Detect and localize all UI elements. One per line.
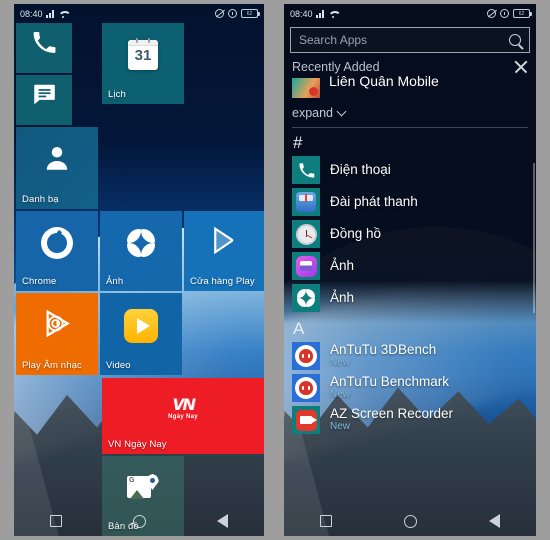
app-name: AnTuTu Benchmark [330,373,450,389]
tile-label: Video [106,360,131,371]
photos-pinwheel-icon [126,228,156,258]
wifi-icon [328,10,338,18]
alarm-icon [228,9,237,18]
calendar-day: 31 [134,47,152,65]
recently-added-item-label: Liên Quân Mobile [329,76,439,89]
status-bar-home: 08:40 62 [14,4,264,23]
tile-contacts[interactable]: Danh bạ [16,127,98,209]
list-item[interactable]: Ảnh [284,250,536,282]
section-header-a: A [293,319,305,338]
right-phone: 08:40 62 Search Apps Recently Added Liên… [275,0,550,540]
left-phone: 08:40 62 31 Lịch Danh bạ Chrome Ảnh Cửa … [0,0,275,540]
do-not-disturb-icon [215,9,224,18]
section-divider [292,127,528,128]
do-not-disturb-icon [487,9,496,18]
list-item[interactable]: AnTuTu 3DBench New [284,340,536,372]
app-name: AZ Screen Recorder [330,405,454,421]
video-icon [124,308,158,343]
signal-bars-icon [315,9,325,18]
section-header-hash: # [293,133,303,152]
lien-quan-mobile-icon [292,78,320,98]
app-name: Ảnh [330,289,355,305]
search-bar[interactable]: Search Apps [290,27,530,53]
status-bar-drawer: 08:40 62 [284,4,536,23]
az-screen-recorder-icon [292,406,320,434]
play-music-icon [41,307,73,344]
tile-play-music[interactable]: Play Âm nhạc [16,293,98,375]
phone-icon [32,30,57,60]
alarm-icon [500,9,509,18]
signal-bars-icon [45,9,55,18]
search-icon[interactable] [509,34,521,46]
home-screen: 08:40 62 31 Lịch Danh bạ Chrome Ảnh Cửa … [14,4,264,536]
phone-icon [292,156,320,184]
app-badge: New [330,421,351,433]
tile-label: VN Ngày Nay [108,439,167,450]
tile-calendar[interactable]: 31 Lịch [102,23,184,104]
chevron-down-icon [336,106,347,117]
expand-label: expand [292,106,334,120]
calendar-icon: 31 [128,38,158,71]
list-item[interactable]: Điện thoại [284,154,536,186]
clock-icon [292,220,320,248]
tile-phone[interactable] [16,23,72,73]
app-badge: New [330,389,351,401]
app-name: Điện thoại [330,161,391,177]
close-icon[interactable] [514,60,528,74]
list-item[interactable]: Ảnh [284,282,536,314]
tile-chrome[interactable]: Chrome [16,211,98,291]
screenshot-stage: 08:40 62 31 Lịch Danh bạ Chrome Ảnh Cửa … [0,0,550,540]
gallery-icon [292,252,320,280]
antutu-icon [292,374,320,402]
tile-label: Bản đồ [108,521,139,532]
status-time: 08:40 [290,8,313,19]
tile-photos[interactable]: Ảnh [100,211,182,291]
tile-label: Cửa hàng Play [190,276,255,287]
app-drawer-screen: 08:40 62 Search Apps Recently Added Liên… [284,4,536,536]
tile-video[interactable]: Video [100,293,182,375]
list-item[interactable]: AZ Screen Recorder New [284,404,536,436]
photos-pinwheel-icon [292,284,320,312]
tile-maps[interactable]: G Bản đồ [102,456,184,536]
battery-icon: 62 [241,9,260,18]
app-name: Ảnh [330,257,355,273]
tile-label: Lịch [108,89,126,100]
tile-grid: 31 Lịch Danh bạ Chrome Ảnh Cửa hàng Play… [14,23,264,536]
contacts-icon [42,144,72,179]
tile-messages[interactable] [16,75,72,125]
recently-added-header: Recently Added [292,60,528,74]
scrollbar[interactable] [533,163,535,313]
search-input[interactable]: Search Apps [299,33,509,47]
tile-play-store[interactable]: Cửa hàng Play [184,211,264,291]
tile-label: Chrome [22,276,57,287]
chrome-icon [41,227,73,259]
recently-added-item[interactable]: Liên Quân Mobile [292,76,528,100]
radio-icon [292,188,320,216]
recently-added-title: Recently Added [292,60,380,74]
tile-vn-ngay-nay[interactable]: VN Ngày Nay VN Ngày Nay [102,378,264,454]
battery-icon: 62 [513,9,532,18]
vn-logo-sub: Ngày Nay [168,414,198,421]
wifi-icon [58,10,68,18]
list-item[interactable]: Đồng hồ [284,218,536,250]
tile-label: Ảnh [106,276,124,287]
list-item[interactable]: Đài phát thanh [284,186,536,218]
tile-label: Danh bạ [22,194,59,205]
antutu-3d-icon [292,342,320,370]
list-item[interactable]: AnTuTu Benchmark New [284,372,536,404]
tile-label: Play Âm nhạc [22,360,82,371]
app-badge: New [330,357,351,369]
message-icon [31,82,57,113]
vn-ngay-nay-icon: VN Ngày Nay [168,396,198,420]
app-drawer: Search Apps Recently Added Liên Quân Mob… [284,23,536,536]
app-name: AnTuTu 3DBench [330,341,437,357]
app-name: Đồng hồ [330,225,382,241]
expand-button[interactable]: expand [292,106,528,120]
app-name: Đài phát thanh [330,193,418,209]
play-store-icon [209,226,239,261]
maps-icon: G [127,474,159,502]
status-time: 08:40 [20,8,43,19]
vn-logo-word: VN [172,395,195,415]
